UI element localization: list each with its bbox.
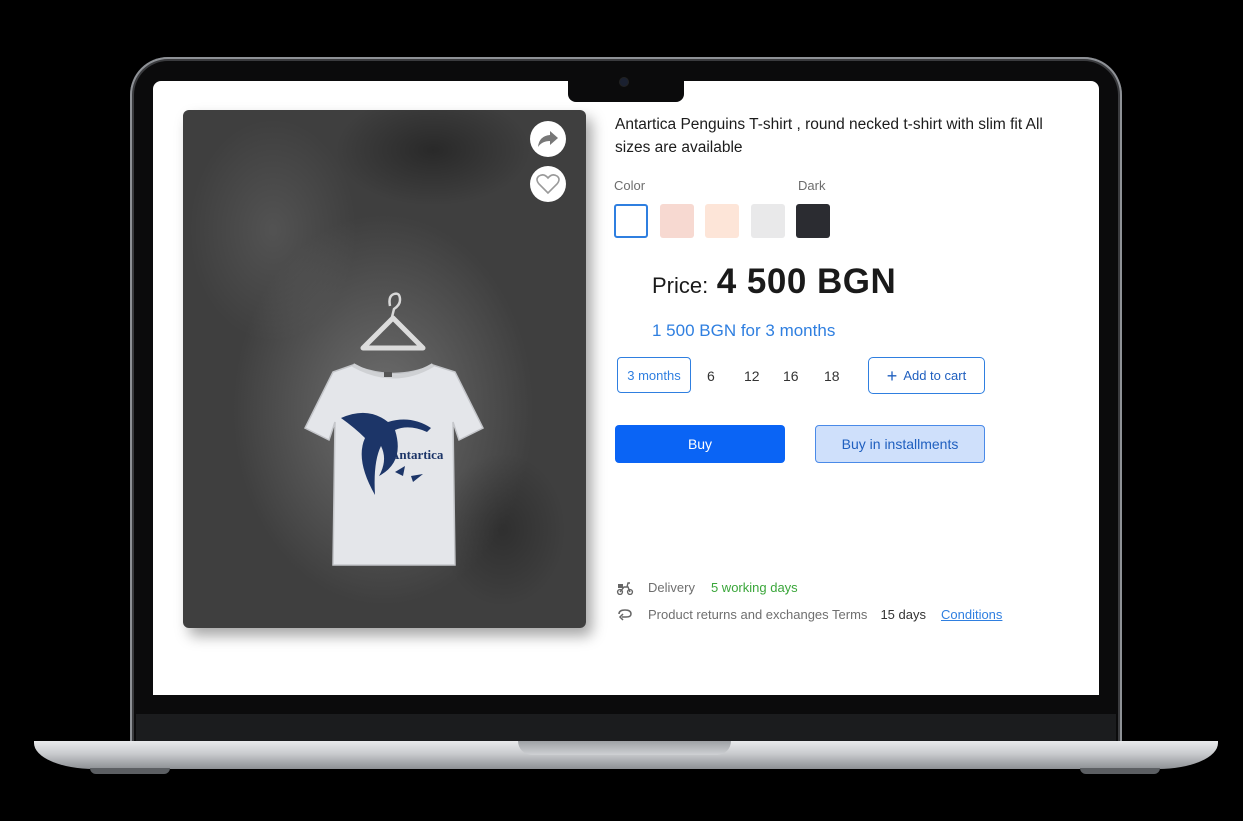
camera-icon bbox=[620, 78, 628, 86]
product-title: Antartica Penguins T-shirt , round necke… bbox=[615, 116, 1043, 156]
installment-option-selected[interactable]: 3 months bbox=[617, 357, 691, 393]
scooter-icon bbox=[616, 581, 634, 595]
delivery-value: 5 working days bbox=[710, 580, 798, 595]
price: Price: 4 500 BGN bbox=[652, 262, 896, 302]
share-button[interactable] bbox=[530, 121, 566, 157]
installment-summary: 1 500 BGN for 3 months bbox=[652, 321, 836, 340]
price-value: 4 500 BGN bbox=[716, 262, 897, 301]
price-label: Price: bbox=[652, 273, 709, 298]
heart-icon bbox=[536, 174, 560, 195]
product-image[interactable]: Antartica bbox=[183, 110, 586, 628]
tshirt-illustration: Antartica bbox=[303, 292, 485, 566]
buy-installments-button[interactable]: Buy in installments bbox=[815, 425, 985, 463]
plus-icon: + bbox=[886, 365, 898, 386]
laptop-foot bbox=[1080, 768, 1160, 774]
laptop-bezel bbox=[136, 714, 1116, 742]
favorite-button[interactable] bbox=[530, 166, 566, 202]
delivery-info: Delivery 5 working days bbox=[616, 580, 798, 595]
returns-info: Product returns and exchanges Terms 15 d… bbox=[616, 607, 1002, 622]
laptop-base-groove bbox=[518, 741, 731, 755]
buy-button[interactable]: Buy bbox=[615, 425, 785, 463]
shirt-print-text: Antartica bbox=[390, 447, 444, 462]
color-swatch[interactable] bbox=[614, 204, 648, 238]
installment-option[interactable]: 18 bbox=[824, 368, 840, 384]
returns-label: Product returns and exchanges Terms bbox=[648, 607, 868, 622]
laptop-foot bbox=[90, 768, 170, 774]
installment-option[interactable]: 6 bbox=[707, 368, 715, 384]
color-swatch[interactable] bbox=[705, 204, 739, 238]
add-to-cart-button[interactable]: + Add to cart bbox=[868, 357, 985, 394]
color-swatch[interactable] bbox=[660, 204, 694, 238]
installment-option[interactable]: 12 bbox=[744, 368, 760, 384]
color-label: Color bbox=[614, 178, 646, 193]
selected-color-name: Dark bbox=[798, 178, 826, 193]
share-icon bbox=[538, 131, 558, 147]
installment-option[interactable]: 16 bbox=[783, 368, 799, 384]
add-to-cart-label: Add to cart bbox=[903, 368, 967, 383]
returns-value: 15 days bbox=[880, 607, 926, 622]
color-swatch[interactable] bbox=[751, 204, 785, 238]
return-arrow-icon bbox=[618, 608, 632, 621]
conditions-link[interactable]: Conditions bbox=[941, 607, 1002, 622]
color-swatch[interactable] bbox=[796, 204, 830, 238]
delivery-label: Delivery bbox=[648, 580, 695, 595]
